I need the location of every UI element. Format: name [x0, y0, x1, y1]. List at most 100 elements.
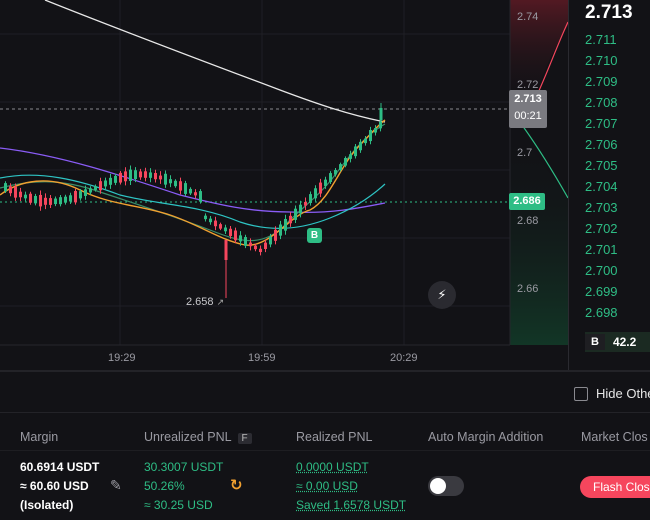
- edit-margin-button[interactable]: ✎: [110, 477, 122, 494]
- candle-body: [359, 141, 362, 151]
- candle-body: [94, 186, 97, 190]
- orderbook-level[interactable]: 2.708: [585, 95, 618, 110]
- auto-margin-header: Auto Margin Addition: [428, 430, 544, 444]
- quick-trade-button[interactable]: ⚡: [428, 281, 456, 309]
- time-axis-label: 19:29: [108, 352, 136, 364]
- current-price-value: 2.713: [514, 93, 542, 105]
- candle-body: [274, 229, 277, 241]
- candle-body: [74, 191, 77, 203]
- realized-pnl-saved[interactable]: Saved 1.6578 USDT: [296, 498, 406, 512]
- candle-body: [174, 180, 177, 187]
- candle-body: [104, 180, 107, 187]
- candle-body: [299, 204, 302, 214]
- candle-body: [294, 208, 297, 220]
- candle-body: [24, 194, 27, 199]
- candle-body: [124, 171, 127, 182]
- share-icon: ↻: [230, 477, 243, 494]
- candle-body: [14, 186, 17, 198]
- toggle-knob: [430, 478, 446, 494]
- candle-body: [334, 170, 337, 175]
- candle-body: [4, 183, 7, 192]
- orderbook-level[interactable]: 2.699: [585, 284, 618, 299]
- candle-body: [354, 146, 357, 157]
- candle-body: [39, 194, 42, 207]
- orderbook-level[interactable]: 2.703: [585, 200, 618, 215]
- candle-body: [379, 108, 383, 120]
- flash-close-button[interactable]: Flash Clos: [580, 476, 650, 498]
- candle-body: [119, 172, 122, 183]
- candle-body: [99, 181, 102, 191]
- candle-body: [169, 179, 172, 184]
- candle-body: [279, 224, 282, 236]
- orderbook-level[interactable]: 2.698: [585, 305, 618, 320]
- candle-body: [234, 230, 237, 241]
- margin-header: Margin: [20, 430, 59, 444]
- orderbook-level[interactable]: 2.704: [585, 179, 618, 194]
- candlestick-chart[interactable]: 2.74 2.72 2.7 2.68 2.66 19:29 19:59 20:2…: [0, 0, 568, 370]
- realized-pnl-usd[interactable]: ≈ 0.00 USD: [296, 479, 358, 493]
- unrealized-pnl-header-label: Unrealized PNL: [144, 430, 232, 444]
- orderbook-level[interactable]: 2.701: [585, 242, 618, 257]
- candle-body: [49, 198, 52, 205]
- orderbook-level[interactable]: 2.707: [585, 116, 618, 131]
- orderbook-last-price: 2.713: [585, 2, 633, 23]
- candle-body: [309, 194, 312, 203]
- candle-body: [114, 175, 117, 183]
- candle-body: [134, 170, 137, 180]
- candle-body: [209, 218, 212, 223]
- candle-body: [364, 138, 367, 144]
- candle-body: [314, 188, 317, 199]
- buy-badge: B: [585, 334, 605, 350]
- header-separator: [0, 450, 650, 451]
- candle-body: [179, 181, 182, 191]
- price-axis-label: 2.66: [517, 283, 539, 295]
- candle-body: [69, 195, 72, 202]
- candle-body: [254, 245, 257, 250]
- low-price-annotation: 2.658 ↗: [186, 296, 224, 308]
- candle-body: [244, 237, 247, 246]
- candle-body: [289, 215, 292, 224]
- candle-body: [54, 198, 57, 205]
- buy-marker[interactable]: B: [307, 228, 322, 243]
- orderbook-level[interactable]: 2.711: [585, 32, 617, 47]
- margin-mode: (Isolated): [20, 498, 74, 512]
- orderbook-level[interactable]: 2.709: [585, 74, 618, 89]
- orderbook-level[interactable]: 2.700: [585, 263, 618, 278]
- arrow-icon: ↗: [216, 297, 225, 307]
- candle-body: [34, 195, 37, 204]
- candle-body: [269, 236, 272, 245]
- margin-usd: ≈ 60.60 USD: [20, 479, 89, 493]
- candle-body: [319, 182, 322, 194]
- market-close-header: Market Clos: [581, 430, 648, 444]
- orderbook-level[interactable]: 2.706: [585, 137, 618, 152]
- candle-body: [9, 186, 12, 194]
- unrealized-pnl-usd: ≈ 30.25 USD: [144, 498, 213, 512]
- orderbook-panel: 2.713 2.711 2.710 2.709 2.708 2.707 2.70…: [568, 0, 650, 370]
- hide-other-checkbox[interactable]: [574, 386, 588, 401]
- orderbook-level[interactable]: 2.702: [585, 221, 618, 236]
- auto-margin-toggle[interactable]: [428, 476, 464, 496]
- price-axis-label: 2.68: [517, 215, 539, 227]
- orderbook-level[interactable]: 2.710: [585, 53, 618, 68]
- candle-body: [184, 183, 187, 194]
- candle-body: [219, 224, 222, 229]
- candle-body: [79, 191, 82, 199]
- orderbook-ratio-bar: B 42.2: [585, 332, 650, 352]
- share-pnl-button[interactable]: ↻: [230, 476, 243, 494]
- orderbook-level[interactable]: 2.705: [585, 158, 618, 173]
- unrealized-pnl-header: Unrealized PNL F: [144, 430, 252, 444]
- realized-pnl-header: Realized PNL: [296, 430, 373, 444]
- current-price-tag: 2.713 00:21: [509, 90, 547, 128]
- candle-body: [304, 201, 307, 206]
- margin-usdt: 60.6914 USDT: [20, 460, 100, 474]
- candle-body: [199, 191, 202, 202]
- candle-body: [189, 188, 192, 194]
- hide-other-toggle[interactable]: Hide Othe: [574, 386, 650, 401]
- realized-pnl-usdt[interactable]: 0.0000 USDT: [296, 460, 369, 474]
- chart-canvas[interactable]: [0, 0, 568, 370]
- time-axis-label: 19:59: [248, 352, 276, 364]
- candle-body: [224, 227, 227, 232]
- futures-badge[interactable]: F: [237, 433, 252, 444]
- candle-body: [259, 248, 262, 253]
- chart-background: [0, 0, 568, 370]
